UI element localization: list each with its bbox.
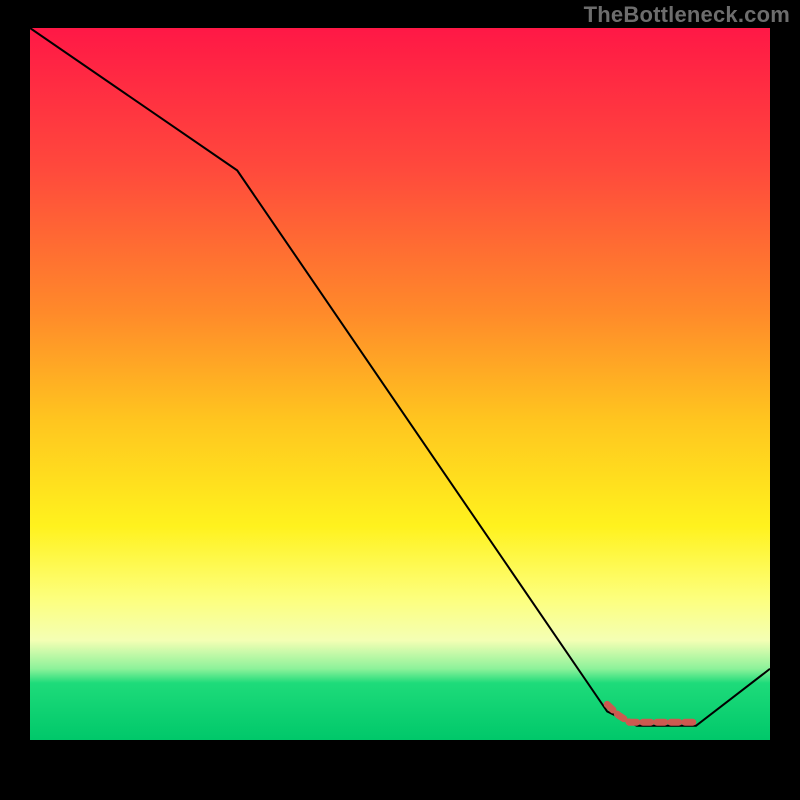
plot-background	[30, 28, 770, 740]
chart-stage: TheBottleneck.com	[0, 0, 800, 800]
watermark-text: TheBottleneck.com	[584, 2, 790, 28]
chart-svg	[0, 0, 800, 800]
